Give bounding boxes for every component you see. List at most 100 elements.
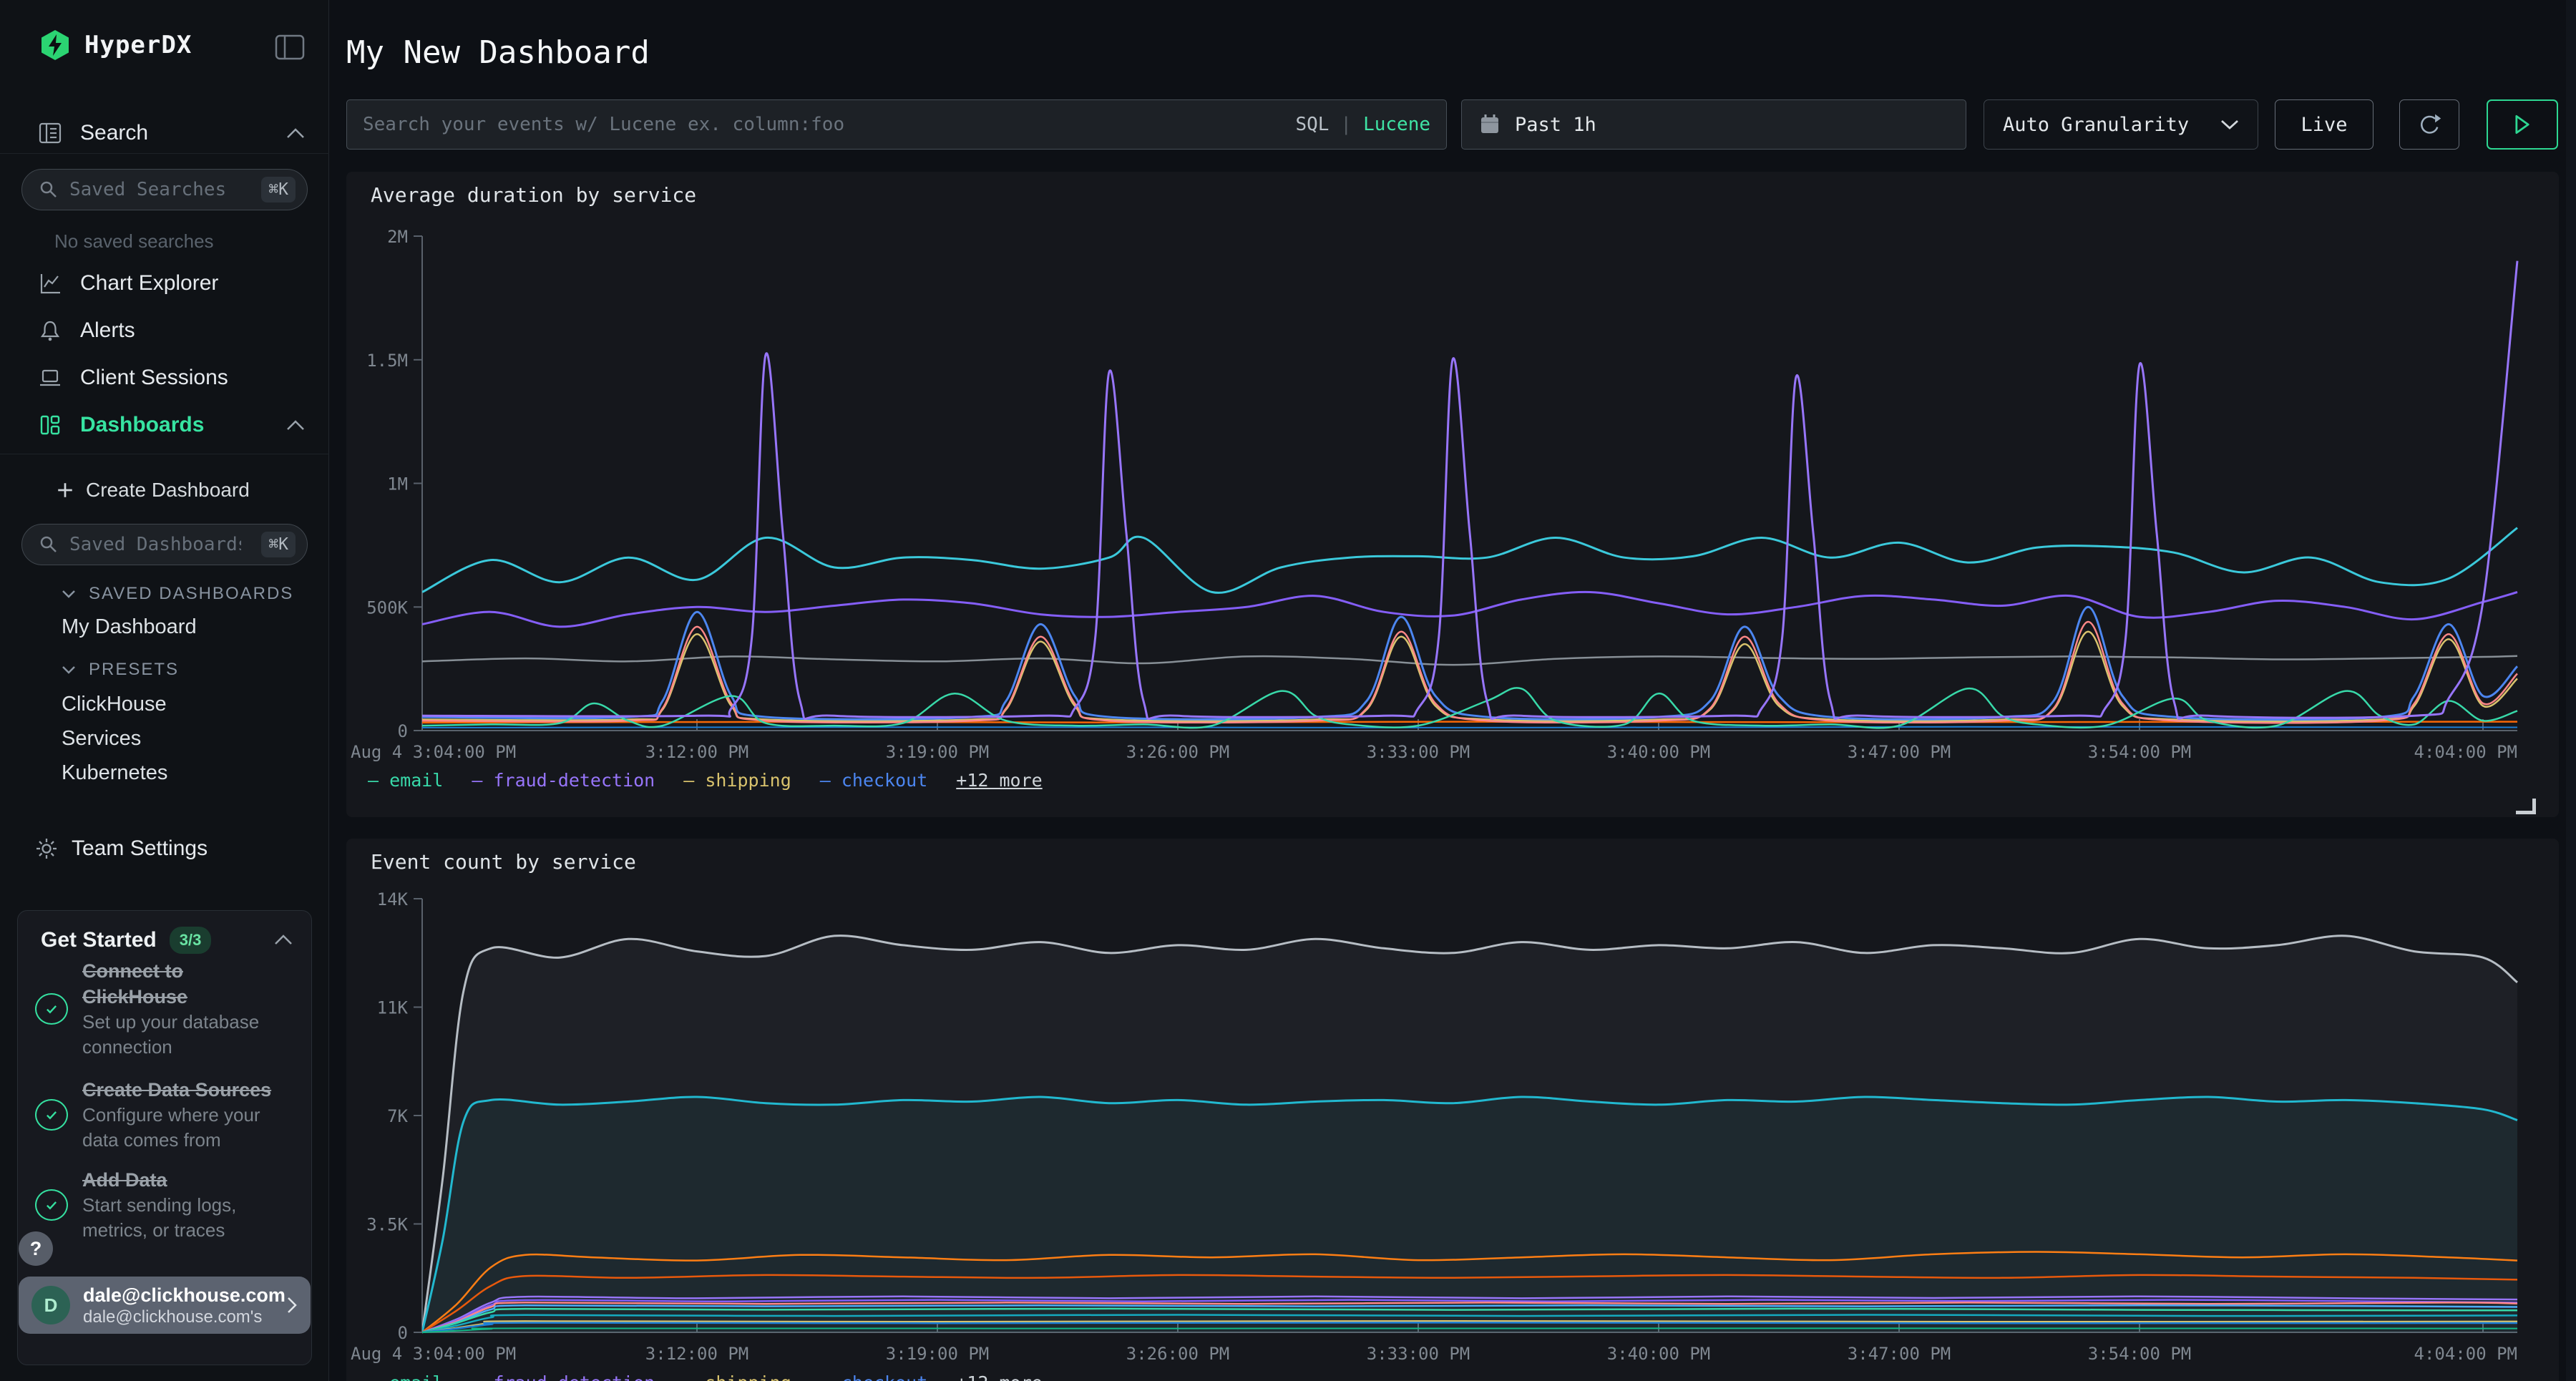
saved-dashboards-search[interactable]: ⌘K [21,524,308,565]
create-dashboard-label: Create Dashboard [86,479,250,502]
search-icon [39,180,58,199]
shortcut-badge: ⌘K [261,177,296,202]
saved-searches-input[interactable] [69,179,241,200]
chevron-down-icon [62,665,76,674]
series-line-unnamed [422,656,2517,665]
sidebar-item-my-dashboard[interactable]: My Dashboard [62,615,197,639]
granularity-value: Auto Granularity [2003,114,2189,136]
chart-canvas: 03.5K7K11K14KAug 4 3:04:00 PM3:12:00 PM3… [346,839,2559,1381]
step-description: Start sending logs, metrics, or traces [82,1193,277,1243]
get-started-progress-badge: 3/3 [170,927,212,954]
event-search-input[interactable] [363,114,1295,135]
lucene-toggle[interactable]: Lucene [1363,114,1430,135]
hyperdx-logo-icon [39,29,72,62]
chevron-up-icon[interactable] [274,934,293,945]
step-title: Connect to ClickHouse [82,958,277,1010]
chevron-up-icon [286,419,305,431]
get-started-title: Get Started [41,928,157,952]
x-tick-label: 3:12:00 PM [645,1344,749,1364]
x-tick-label: 3:40:00 PM [1607,742,1711,762]
y-tick-label: 7K [387,1106,408,1126]
sidebar-item-chart-explorer[interactable]: Chart Explorer [39,263,305,303]
check-circle-icon [35,1189,68,1221]
series-line-unnamed [422,592,2517,627]
sidebar-item-label: Client Sessions [80,366,228,390]
y-tick-label: 0 [398,1323,408,1343]
x-tick-label: 3:19:00 PM [886,742,990,762]
page-title: My New Dashboard [346,34,650,71]
sidebar-item-search[interactable]: Search [39,113,305,153]
check-circle-icon [35,1099,68,1131]
sql-toggle[interactable]: SQL [1295,114,1329,135]
series-line-unnamed [422,727,2517,728]
chart-panel-average-duration: Average duration by service — email— fra… [346,172,2559,817]
chevron-up-icon [286,127,305,139]
live-button-label: Live [2301,114,2347,136]
step-title: Add Data [82,1167,277,1193]
y-tick-label: 3.5K [366,1215,408,1235]
get-started-step-data-sources[interactable]: Create Data Sources Configure where your… [35,1077,277,1153]
laptop-icon [39,366,62,389]
sidebar-item-kubernetes[interactable]: Kubernetes [62,761,167,785]
get-started-step-connect[interactable]: Connect to ClickHouse Set up your databa… [35,958,277,1060]
user-email: dale@clickhouse.com [83,1284,286,1307]
step-title: Create Data Sources [82,1077,277,1103]
toggle-separator: | [1340,114,1352,135]
saved-dashboards-header[interactable]: SAVED DASHBOARDS [62,584,293,604]
divider [0,153,329,154]
play-icon [2514,114,2531,135]
section-header-label: PRESETS [89,660,179,680]
get-started-step-add-data[interactable]: Add Data Start sending logs, metrics, or… [35,1167,277,1243]
time-range-picker[interactable]: Past 1h [1461,99,1966,150]
dashboards-grid-icon [39,414,62,436]
x-tick-label: 3:54:00 PM [2088,1344,2192,1364]
user-org: dale@clickhouse.com's [83,1307,286,1327]
calendar-icon [1479,114,1501,135]
x-tick-label: Aug 4 3:04:00 PM [351,1344,516,1364]
user-menu[interactable]: D dale@clickhouse.com dale@clickhouse.co… [19,1277,311,1334]
sidebar-item-services[interactable]: Services [62,727,141,751]
x-tick-label: 3:40:00 PM [1607,1344,1711,1364]
x-tick-label: 3:54:00 PM [2088,742,2192,762]
live-button[interactable]: Live [2275,99,2373,150]
sidebar-item-dashboards[interactable]: Dashboards [39,405,305,445]
saved-dashboards-input[interactable] [69,534,241,555]
sidebar-item-label: Chart Explorer [80,271,218,296]
refresh-icon [2416,112,2442,137]
chevron-down-icon [2220,119,2239,130]
saved-searches-search[interactable]: ⌘K [21,169,308,210]
run-query-button[interactable] [2487,99,2558,150]
sidebar-item-label: Team Settings [72,836,208,861]
sidebar-item-clickhouse[interactable]: ClickHouse [62,693,167,716]
x-tick-label: 3:26:00 PM [1126,1344,1230,1364]
chevron-down-icon [62,590,76,598]
step-description: Set up your database connection [82,1010,277,1060]
y-tick-label: 11K [377,998,409,1018]
sidebar-item-team-settings[interactable]: Team Settings [34,829,208,869]
chart-canvas: 0500K1M1.5M2MAug 4 3:04:00 PM3:12:00 PM3… [346,172,2559,817]
sidebar-item-client-sessions[interactable]: Client Sessions [39,358,305,398]
y-tick-label: 2M [387,227,408,247]
chart-explorer-icon [39,272,62,295]
sidebar-collapse-icon[interactable] [275,34,305,60]
chart-panel-event-count: Event count by service — email— fraud-de… [346,839,2559,1381]
help-button[interactable]: ? [19,1231,53,1266]
gear-icon [34,836,59,861]
refresh-button[interactable] [2399,99,2459,150]
get-started-header[interactable]: Get Started 3/3 [41,927,211,954]
x-tick-label: 4:04:00 PM [2414,742,2518,762]
section-header-label: SAVED DASHBOARDS [89,584,293,604]
event-search-bar[interactable]: SQL | Lucene [346,99,1447,150]
create-dashboard-button[interactable]: Create Dashboard [56,472,250,508]
y-tick-label: 500K [366,597,408,618]
x-tick-label: 3:26:00 PM [1126,742,1230,762]
time-range-value: Past 1h [1515,114,1596,136]
y-tick-label: 1.5M [366,351,408,371]
scrollbar-gutter[interactable] [2566,0,2576,1381]
presets-header[interactable]: PRESETS [62,660,179,680]
logo[interactable]: HyperDX [39,29,192,62]
granularity-select[interactable]: Auto Granularity [1984,99,2258,150]
chevron-right-icon [286,1296,298,1314]
x-tick-label: 3:33:00 PM [1367,742,1470,762]
sidebar-item-alerts[interactable]: Alerts [39,311,305,351]
